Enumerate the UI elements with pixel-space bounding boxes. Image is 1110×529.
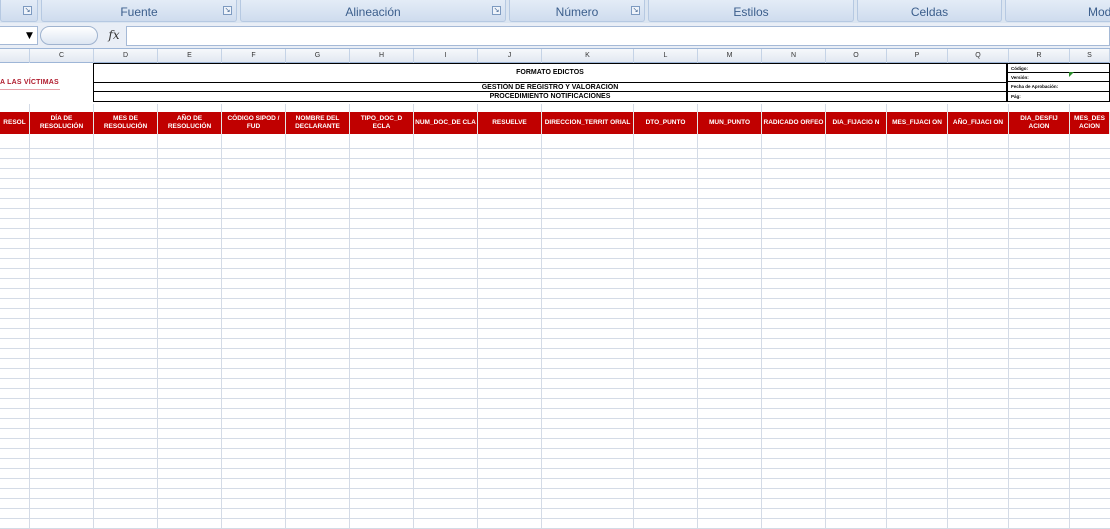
column-header[interactable]: H <box>350 49 414 63</box>
ribbon-group-styles: Estilos <box>648 0 854 22</box>
ribbon-group-label: Celdas <box>910 5 949 19</box>
ribbon-group-label: Alineación <box>345 5 401 19</box>
column-header[interactable]: L <box>634 49 698 63</box>
column-header[interactable]: R <box>1009 49 1070 63</box>
table-header-cell[interactable]: MES DE RESOLUCIÓN <box>94 112 158 134</box>
table-header-cell[interactable]: TIPO_DOC_D ECLA <box>350 112 414 134</box>
column-header[interactable]: G <box>286 49 350 63</box>
formula-input[interactable] <box>126 26 1110 46</box>
table-header-cell[interactable]: NUM_DOC_DE CLA <box>414 112 478 134</box>
dialog-launcher-icon[interactable]: ↘ <box>631 6 640 15</box>
column-headers: C D E F G H I J K L M N O P Q R S <box>0 49 1110 63</box>
column-header[interactable]: K <box>542 49 634 63</box>
dialog-launcher-icon[interactable]: ↘ <box>492 6 501 15</box>
column-header[interactable]: M <box>698 49 762 63</box>
ribbon-group-font: Fuente ↘ <box>41 0 237 22</box>
dialog-launcher-icon[interactable]: ↘ <box>23 6 32 15</box>
comment-indicator-icon <box>1069 72 1074 77</box>
column-header[interactable]: I <box>414 49 478 63</box>
table-header-row: RESOL DÍA DE RESOLUCIÓN MES DE RESOLUCIÓ… <box>0 112 1110 134</box>
column-header[interactable]: O <box>826 49 887 63</box>
insert-function-icon[interactable]: fx <box>104 25 124 45</box>
table-header-cell[interactable]: RESOL <box>0 112 30 134</box>
ribbon-group-label: Estilos <box>733 5 769 19</box>
document-procedure[interactable]: PROCEDIMIENTO NOTIFICACIONES <box>93 91 1007 102</box>
table-header-cell[interactable]: DTO_PUNTO <box>634 112 698 134</box>
column-header[interactable]: C <box>30 49 94 63</box>
logo: A LAS VÍCTIMAS <box>0 63 93 104</box>
column-header[interactable]: P <box>887 49 948 63</box>
logo-text: A LAS VÍCTIMAS <box>0 79 59 86</box>
formula-bar: ▼ fx <box>0 23 1110 49</box>
document-title[interactable]: FORMATO EDICTOS <box>93 63 1007 83</box>
ribbon-group-bar: ↘ Fuente ↘ Alineación ↘ Número ↘ Estilos… <box>0 0 1110 23</box>
ribbon-group-modify: Mod <box>1005 0 1110 22</box>
table-header-cell[interactable]: RESUELVE <box>478 112 542 134</box>
table-header-cell[interactable]: AÑO DE RESOLUCIÓN <box>158 112 222 134</box>
info-page[interactable]: Pág: <box>1007 91 1110 102</box>
ribbon-group-label: Mod <box>1088 5 1110 19</box>
column-header[interactable]: E <box>158 49 222 63</box>
table-header-cell[interactable]: CÓDIGO SIPOD / FUD <box>222 112 286 134</box>
table-header-cell[interactable]: DIA_DESFIJ ACION <box>1009 112 1070 134</box>
table-header-cell[interactable]: RADICADO ORFEO <box>762 112 826 134</box>
name-box[interactable]: ▼ <box>0 26 38 45</box>
column-header[interactable]: S <box>1070 49 1110 63</box>
table-header-cell[interactable]: MES_DES ACION <box>1070 112 1110 134</box>
ribbon-group-alignment: Alineación ↘ <box>240 0 506 22</box>
column-header[interactable]: J <box>478 49 542 63</box>
column-header[interactable]: Q <box>948 49 1009 63</box>
ribbon-group-label: Fuente <box>120 5 158 19</box>
column-header[interactable]: N <box>762 49 826 63</box>
formula-bar-expander[interactable] <box>40 26 98 45</box>
column-header[interactable]: F <box>222 49 286 63</box>
ribbon-group-clipboard: ↘ <box>0 0 38 22</box>
logo-underline <box>0 89 60 90</box>
table-header-cell[interactable]: DÍA DE RESOLUCIÓN <box>30 112 94 134</box>
column-header[interactable]: D <box>94 49 158 63</box>
table-header-cell[interactable]: DIRECCION_TERRIT ORIAL <box>542 112 634 134</box>
chevron-down-icon[interactable]: ▼ <box>26 31 33 41</box>
table-header-cell[interactable]: MES_FIJACI ON <box>887 112 948 134</box>
column-header-b[interactable] <box>0 49 30 63</box>
dialog-launcher-icon[interactable]: ↘ <box>223 6 232 15</box>
table-header-cell[interactable]: DIA_FIJACIO N <box>826 112 887 134</box>
table-header-cell[interactable]: MUN_PUNTO <box>698 112 762 134</box>
table-header-cell[interactable]: AÑO_FIJACI ON <box>948 112 1009 134</box>
ribbon-group-number: Número ↘ <box>509 0 645 22</box>
ribbon-group-label: Número <box>555 5 599 19</box>
ribbon-group-cells: Celdas <box>857 0 1002 22</box>
table-header-cell[interactable]: NOMBRE DEL DECLARANTE <box>286 112 350 134</box>
